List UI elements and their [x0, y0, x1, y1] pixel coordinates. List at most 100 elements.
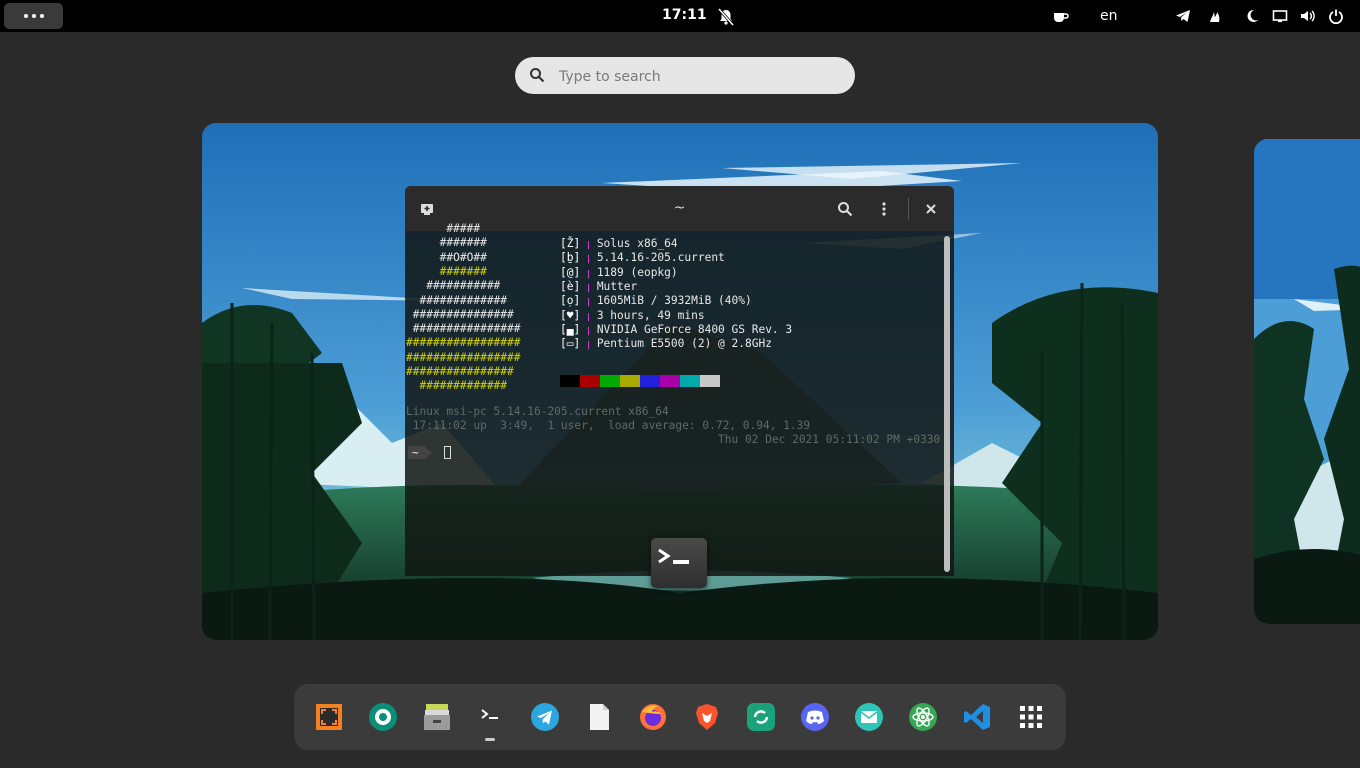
- dock-mail[interactable]: [852, 700, 886, 734]
- ascii-line: #############: [406, 379, 508, 393]
- terminal-title: ~: [673, 200, 686, 216]
- info-icon: [ḇ]: [560, 251, 581, 265]
- info-value: 5.14.16-205.current: [596, 251, 725, 265]
- discord-icon: [801, 703, 829, 731]
- power-icon[interactable]: [1326, 6, 1346, 26]
- dock-camera[interactable]: [366, 700, 400, 734]
- info-icon: [ọ]: [560, 294, 581, 308]
- header-separator: [908, 198, 909, 220]
- info-line: [♥] ꞁ 3 hours, 49 mins: [560, 309, 705, 323]
- ascii-line: #####: [406, 222, 481, 235]
- coffee-icon[interactable]: [1050, 6, 1070, 26]
- ascii-line: #######: [406, 264, 487, 278]
- document-icon: [590, 704, 609, 730]
- search-button[interactable]: [835, 199, 855, 219]
- prompt-dir: ~: [408, 446, 425, 459]
- ascii-line: #######: [406, 236, 487, 250]
- volume-icon[interactable]: [1298, 6, 1318, 26]
- ascii-line: #############: [406, 293, 508, 307]
- search-input[interactable]: [557, 63, 841, 91]
- info-line: [@] ꞁ 1189 (eopkg): [560, 266, 678, 280]
- info-line: [è] ꞁ Mutter: [560, 280, 637, 294]
- dots-icon: [23, 14, 28, 18]
- dock-discord[interactable]: [798, 700, 832, 734]
- ascii-line: #################: [406, 336, 521, 350]
- prompt-arrow: [424, 446, 432, 459]
- workspace-thumbnail-next[interactable]: [1254, 139, 1360, 624]
- dock-sync[interactable]: [744, 700, 778, 734]
- moon-icon[interactable]: [1242, 6, 1262, 26]
- ascii-line: #################: [406, 350, 521, 364]
- flame-icon[interactable]: [1205, 6, 1225, 26]
- search-icon: [838, 202, 853, 217]
- bell-muted-icon[interactable]: [716, 7, 736, 27]
- mail-icon: [855, 703, 883, 731]
- screenshot-icon: [316, 704, 342, 730]
- palette-swatch: [580, 375, 600, 387]
- info-separator: ꞁ: [580, 279, 597, 293]
- info-icon: [▭]: [560, 337, 581, 351]
- screen-icon[interactable]: [1270, 6, 1290, 26]
- info-separator: ꞁ: [580, 308, 597, 322]
- palette-swatch: [620, 375, 640, 387]
- uptime-line: 17:11:02 up 3:49, 1 user, load average: …: [406, 419, 811, 432]
- info-icon: [@]: [560, 265, 581, 279]
- dock-vscode[interactable]: [960, 700, 994, 734]
- atom-icon: [909, 703, 937, 731]
- activities-button[interactable]: [4, 3, 63, 29]
- ascii-line: ###############: [406, 307, 514, 321]
- vscode-icon: [964, 704, 990, 730]
- info-separator: ꞁ: [580, 237, 597, 250]
- search-bar[interactable]: [515, 57, 855, 94]
- info-icon: [▄]: [560, 322, 581, 336]
- info-value: Solus x86_64: [596, 237, 678, 250]
- terminal-output[interactable]: ##### ####### ##O#O## ####### ##########…: [406, 222, 946, 572]
- info-icon: [♥]: [560, 308, 581, 322]
- telegram-icon[interactable]: [1173, 6, 1193, 26]
- date-line: Thu 02 Dec 2021 05:11:02 PM +0330: [718, 433, 941, 446]
- info-line: [▭] ꞁ Pentium E5500 (2) @ 2.8GHz: [560, 337, 772, 351]
- close-icon: [926, 204, 936, 214]
- terminal-icon: [477, 704, 505, 730]
- menu-button[interactable]: [874, 199, 894, 219]
- dock-brave[interactable]: [690, 700, 724, 734]
- top-bar: 17:11 en: [0, 0, 1360, 32]
- clock[interactable]: 17:11: [662, 7, 707, 23]
- info-separator: ꞁ: [580, 322, 597, 336]
- firefox-icon: [640, 704, 666, 730]
- info-value: Pentium E5500 (2) @ 2.8GHz: [596, 337, 772, 351]
- app-grid-icon: [1020, 706, 1042, 728]
- info-line: [▄] ꞁ NVIDIA GeForce 8400 GS Rev. 3: [560, 323, 792, 337]
- info-line: [ḇ] ꞁ 5.14.16-205.current: [560, 251, 725, 265]
- terminal-scrollbar[interactable]: [944, 236, 950, 572]
- dock-app-grid[interactable]: [1014, 700, 1048, 734]
- close-button[interactable]: [921, 199, 941, 219]
- dock-atom[interactable]: [906, 700, 940, 734]
- dock-screenshot[interactable]: [312, 700, 346, 734]
- info-value: NVIDIA GeForce 8400 GS Rev. 3: [596, 322, 793, 336]
- wallpaper: [1254, 139, 1360, 624]
- dock-firefox[interactable]: [636, 700, 670, 734]
- info-separator: ꞁ: [580, 337, 597, 351]
- uname-line: Linux msi-pc 5.14.16-205.current x86_64: [406, 405, 669, 418]
- dock-terminal[interactable]: [474, 700, 508, 734]
- dock-telegram[interactable]: [528, 700, 562, 734]
- shell-prompt: ~: [408, 446, 451, 459]
- info-separator: ꞁ: [580, 265, 597, 279]
- terminal-icon: [658, 548, 689, 564]
- dash-dock: [294, 684, 1066, 750]
- dock-text-editor[interactable]: [582, 700, 616, 734]
- sync-icon: [747, 703, 775, 731]
- archive-icon: [424, 704, 450, 730]
- info-icon: [Ž]: [560, 237, 581, 250]
- info-value: 3 hours, 49 mins: [596, 308, 705, 322]
- ascii-line: ###########: [406, 279, 501, 293]
- palette-swatch: [700, 375, 720, 387]
- brave-icon: [696, 704, 718, 730]
- info-value: 1605MiB / 3932MiB (40%): [596, 294, 752, 308]
- text-cursor: [443, 446, 451, 459]
- language-indicator[interactable]: en: [1100, 8, 1118, 24]
- info-icon: [è]: [560, 279, 581, 293]
- terminal-window[interactable]: ~ ##### ####### ##O#O## ####### ########…: [405, 186, 954, 576]
- dock-archive[interactable]: [420, 700, 454, 734]
